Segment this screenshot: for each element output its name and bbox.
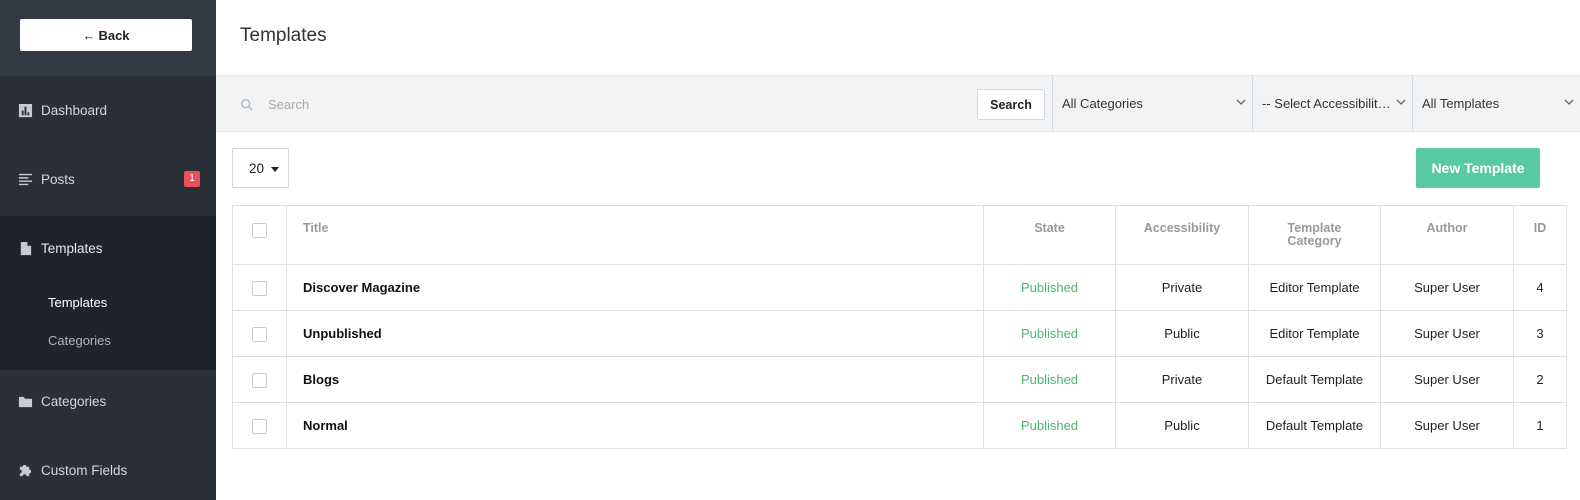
column-header-author[interactable]: Author: [1380, 205, 1514, 265]
table-row: Blogs Published Private Default Template…: [232, 356, 1567, 403]
template-title-link[interactable]: Normal: [286, 402, 984, 449]
state-status[interactable]: Published: [983, 264, 1116, 311]
posts-count-badge: 1: [184, 171, 200, 187]
category-value: Default Template: [1248, 402, 1381, 449]
category-value: Editor Template: [1248, 264, 1381, 311]
category-select[interactable]: All Categories: [1052, 76, 1252, 131]
sidebar-item-templates[interactable]: Templates: [0, 234, 216, 262]
category-value: Default Template: [1248, 356, 1381, 403]
page-title: Templates: [240, 25, 327, 46]
author-value: Super User: [1380, 310, 1514, 357]
folder-icon: [18, 394, 33, 409]
row-select-cell: [232, 310, 287, 357]
row-select-cell: [232, 264, 287, 311]
chevron-down-icon: [1236, 98, 1246, 106]
search-icon: [240, 98, 254, 112]
list-icon: [18, 172, 33, 187]
chevron-down-icon: [1564, 98, 1574, 106]
search-input[interactable]: [268, 88, 968, 120]
state-status[interactable]: Published: [983, 402, 1116, 449]
state-status[interactable]: Published: [983, 356, 1116, 403]
back-button[interactable]: ← Back: [20, 19, 192, 51]
sidebar-item-label: Templates: [41, 240, 103, 256]
per-page-select[interactable]: 20: [232, 148, 289, 188]
accessibility-value: Private: [1115, 356, 1249, 403]
sidebar-item-custom-fields[interactable]: Custom Fields: [0, 456, 216, 484]
sidebar-item-categories[interactable]: Categories: [0, 387, 216, 415]
chart-icon: [18, 103, 33, 118]
templates-select-value: All Templates: [1422, 96, 1500, 111]
table-row: Unpublished Published Public Editor Temp…: [232, 310, 1567, 357]
accessibility-value: Public: [1115, 402, 1249, 449]
row-checkbox[interactable]: [252, 326, 267, 342]
main-content: Templates Search All Categories -- Selec…: [216, 0, 1580, 500]
column-header-category[interactable]: Template Category: [1248, 205, 1381, 265]
sidebar-item-label: Categories: [41, 393, 107, 409]
column-header-title[interactable]: Title: [286, 205, 984, 265]
category-value: Editor Template: [1248, 310, 1381, 357]
sidebar-item-posts[interactable]: Posts 1: [0, 165, 216, 193]
column-header-accessibility[interactable]: Accessibility: [1115, 205, 1249, 265]
sidebar-subitem-categories[interactable]: Categories: [48, 333, 111, 348]
table-row: Discover Magazine Published Private Edit…: [232, 264, 1567, 311]
chevron-down-icon: [1396, 98, 1406, 106]
row-checkbox[interactable]: [252, 372, 267, 388]
table-row: Normal Published Public Default Template…: [232, 402, 1567, 449]
accessibility-value: Public: [1115, 310, 1249, 357]
file-icon: [18, 241, 33, 256]
arrow-left-icon: ←: [82, 27, 96, 43]
puzzle-icon: [18, 463, 33, 478]
templates-select[interactable]: All Templates: [1412, 76, 1580, 131]
templates-table: Title State Accessibility Template Categ…: [232, 205, 1567, 449]
category-select-value: All Categories: [1062, 96, 1143, 111]
caret-down-icon: [271, 167, 279, 172]
row-select-cell: [232, 356, 287, 403]
sidebar-header: ← Back: [0, 0, 216, 76]
accessibility-select-value: -- Select Accessibility --: [1262, 96, 1394, 111]
sidebar-item-label: Posts: [41, 171, 75, 187]
id-value: 3: [1513, 310, 1567, 357]
column-header-id[interactable]: ID: [1513, 205, 1567, 265]
table-header-row: Title State Accessibility Template Categ…: [232, 205, 1567, 265]
select-all-cell: [232, 205, 287, 265]
sidebar-item-label: Custom Fields: [41, 462, 128, 478]
select-all-checkbox[interactable]: [252, 223, 267, 238]
author-value: Super User: [1380, 402, 1514, 449]
id-value: 1: [1513, 402, 1567, 449]
row-checkbox[interactable]: [252, 418, 267, 434]
back-button-label: Back: [98, 27, 130, 43]
sidebar-item-label: Dashboard: [41, 102, 108, 118]
row-checkbox[interactable]: [252, 280, 267, 296]
template-title-link[interactable]: Discover Magazine: [286, 264, 984, 311]
filter-bar: Search All Categories -- Select Accessib…: [216, 75, 1580, 132]
sidebar-item-dashboard[interactable]: Dashboard: [0, 96, 216, 124]
template-title-link[interactable]: Unpublished: [286, 310, 984, 357]
new-template-button[interactable]: New Template: [1416, 148, 1540, 188]
sidebar: ← Back Dashboard Posts 1 Templates Templ…: [0, 0, 216, 500]
id-value: 2: [1513, 356, 1567, 403]
column-header-state[interactable]: State: [983, 205, 1116, 265]
template-title-link[interactable]: Blogs: [286, 356, 984, 403]
search-button[interactable]: Search: [977, 89, 1045, 120]
id-value: 4: [1513, 264, 1567, 311]
accessibility-select[interactable]: -- Select Accessibility --: [1252, 76, 1412, 131]
author-value: Super User: [1380, 356, 1514, 403]
state-status[interactable]: Published: [983, 310, 1116, 357]
per-page-value: 20: [249, 160, 265, 176]
author-value: Super User: [1380, 264, 1514, 311]
row-select-cell: [232, 402, 287, 449]
sidebar-subitem-templates[interactable]: Templates: [48, 295, 107, 310]
accessibility-value: Private: [1115, 264, 1249, 311]
